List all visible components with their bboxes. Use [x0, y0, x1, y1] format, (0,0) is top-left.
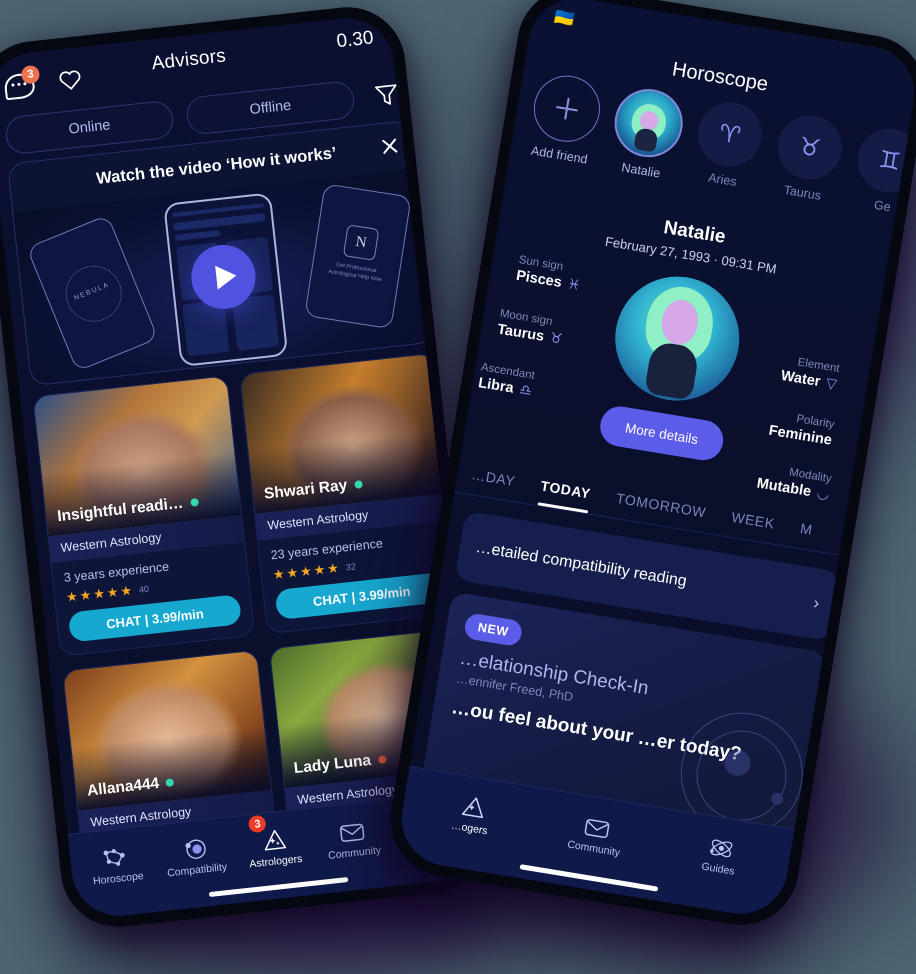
advisor-card[interactable]: Insightful readi… Western Astrology 3 ye…: [32, 375, 256, 657]
avatar: [609, 84, 688, 163]
attribute-sun-sign: Sun sign Pisces ♓: [515, 254, 584, 294]
plus-icon: [529, 70, 605, 147]
advisor-photo: Allana444: [63, 650, 272, 811]
mutable-arc-icon: ◡: [815, 485, 831, 504]
wizard-hat-icon: [457, 793, 489, 821]
attribute-value: Libra: [477, 375, 515, 397]
tab-tomorrow[interactable]: TOMORROW: [615, 489, 707, 519]
status-dot: [165, 778, 175, 788]
video-promo-banner[interactable]: Watch the video ‘How it works’ NEBULA N …: [6, 119, 435, 387]
status-flag: 🇺🇦: [553, 8, 576, 29]
atom-icon: [706, 834, 738, 862]
tab-month[interactable]: M: [799, 520, 814, 538]
more-details-button[interactable]: More details: [597, 403, 727, 464]
nav-label: Astrologers: [248, 852, 303, 871]
nav-item-guides[interactable]: Guides: [653, 815, 787, 897]
friend-label: Natalie: [620, 160, 662, 181]
funnel-filter-icon[interactable]: [372, 81, 401, 110]
close-icon[interactable]: [377, 134, 401, 158]
attribute-polarity: Polarity Feminine: [768, 409, 836, 449]
nav-item-community[interactable]: Community: [311, 806, 396, 872]
attribute-element: Element Water ▽: [780, 354, 841, 393]
gemini-icon: ♊: [853, 123, 916, 198]
advisor-photo: Shwari Ray: [240, 353, 449, 514]
constellation-icon: [101, 844, 131, 871]
nav-label: Community: [566, 838, 621, 859]
friend-label: Taurus: [782, 182, 823, 203]
attribute-ascendant: Ascendant Libra ♎: [477, 361, 535, 399]
status-dot: [377, 755, 387, 765]
wizard-hat-icon: [258, 827, 288, 854]
taurus-icon: ♉: [548, 330, 564, 348]
attribute-modality: Modality Mutable ◡: [756, 462, 833, 504]
review-count: 40: [138, 583, 150, 595]
zodiac-avatar: [606, 267, 749, 410]
promo-mockup-right: N Get Professional Astrological Help Now: [304, 183, 412, 330]
envelope-icon: [581, 813, 613, 841]
nav-label: Guides: [700, 860, 736, 878]
friend-aries[interactable]: ♈ Aries: [690, 97, 767, 192]
tab-week[interactable]: WEEK: [730, 508, 776, 531]
nav-item-compatibility[interactable]: Compatibility: [153, 823, 238, 889]
libra-icon: ♎: [518, 381, 534, 400]
friend-label: Aries: [707, 170, 738, 189]
friend-taurus[interactable]: ♉ Taurus: [770, 110, 847, 205]
attribute-moon-sign: Moon sign Taurus ♉: [496, 308, 566, 348]
tab-yesterday[interactable]: …DAY: [470, 466, 516, 489]
card-title: …etailed compatibility reading: [474, 538, 688, 591]
nav-label: Compatibility: [166, 860, 228, 879]
friend-label: Add friend: [530, 143, 589, 167]
aries-icon: ♈: [693, 97, 767, 172]
status-dot: [189, 497, 199, 507]
nav-item-astrologers[interactable]: …ogers: [404, 774, 538, 856]
taurus-icon: ♉: [773, 110, 847, 185]
nav-label: Horoscope: [92, 869, 145, 887]
promo-mockup-left: NEBULA: [26, 214, 159, 372]
review-count: 32: [345, 560, 357, 572]
phone-horoscope: 🇺🇦 Horoscope Add friend Natalie ♈ Aries: [381, 0, 916, 934]
status-dot: [353, 480, 363, 489]
friend-label: Ge: [872, 197, 892, 215]
advisor-row: Insightful readi… Western Astrology 3 ye…: [32, 352, 463, 657]
screenshot-stage: 3 Advisors 0.30 Online Offline Watch the…: [0, 0, 916, 974]
promo-brand-mark: N: [342, 224, 380, 261]
nav-label: Community: [327, 843, 382, 862]
envelope-icon: [337, 818, 367, 845]
friend-gemini[interactable]: ♊ Ge: [850, 123, 916, 218]
add-friend-button[interactable]: Add friend: [526, 70, 605, 168]
water-triangle-icon: ▽: [824, 375, 839, 393]
orbit-planet-icon: [180, 835, 210, 862]
balance-amount: 0.30: [335, 27, 375, 53]
nav-label: …ogers: [450, 819, 489, 837]
new-badge: NEW: [463, 612, 524, 648]
nav-item-horoscope[interactable]: Horoscope: [74, 832, 159, 898]
pisces-icon: ♓: [566, 276, 582, 295]
advisor-photo: Insightful readi…: [33, 376, 242, 537]
nav-item-astrologers[interactable]: 3 Astrologers: [232, 814, 317, 881]
promo-brand-caption: Get Professional Astrological Help Now: [327, 262, 382, 284]
advisor-body: 3 years experience ★ ★ ★ ★ ★ 40 CHAT | 3.99/…: [51, 542, 254, 655]
nav-item-community[interactable]: Community: [529, 794, 663, 876]
horoscope-screen: 🇺🇦 Horoscope Add friend Natalie ♈ Aries: [394, 0, 916, 921]
friend-natalie[interactable]: Natalie: [607, 84, 688, 182]
tab-today[interactable]: TODAY: [540, 477, 592, 501]
